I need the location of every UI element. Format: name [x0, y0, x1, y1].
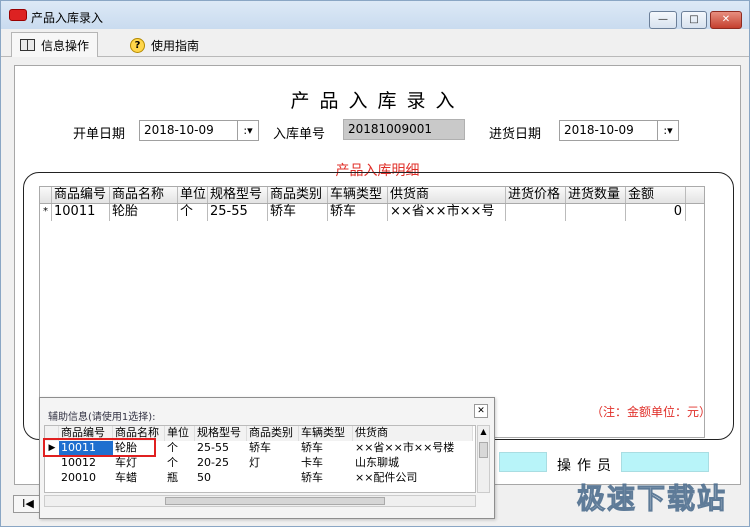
cell[interactable]: ××省××市××号楼 — [353, 441, 473, 456]
col-header[interactable]: 商品类别 — [247, 426, 299, 441]
table-row[interactable]: * 10011 轮胎 个 25-55 轿车 轿车 ××省××市××号 0 — [40, 204, 704, 221]
minimize-button[interactable]: — — [649, 11, 677, 29]
cell[interactable]: 轿车 — [268, 204, 328, 221]
order-date-dropdown[interactable]: :▾ — [237, 120, 259, 141]
col-header[interactable]: 商品编号 — [52, 187, 110, 203]
stock-no-field: 20181009001 — [343, 119, 465, 140]
cell[interactable] — [566, 204, 626, 221]
cell[interactable]: 轿车 — [328, 204, 388, 221]
col-header[interactable]: 车辆类型 — [299, 426, 353, 441]
col-header[interactable]: 车辆类型 — [328, 187, 388, 203]
app-window: 产品入库录入 — □ ✕ 信息操作 ? 使用指南 产品入库录入 开单日期 201… — [0, 0, 750, 527]
scroll-thumb[interactable] — [165, 497, 385, 505]
col-header[interactable]: 供货商 — [353, 426, 473, 441]
scroll-thumb[interactable] — [479, 442, 488, 458]
book-icon — [20, 39, 35, 51]
tab-info-operation[interactable]: 信息操作 — [11, 32, 99, 57]
window-title: 产品入库录入 — [31, 11, 104, 25]
cell[interactable]: 50 — [195, 471, 247, 486]
tab-label: 信息操作 — [41, 38, 90, 53]
cell[interactable]: 10012 — [59, 456, 113, 471]
cell[interactable]: 25-55 — [208, 204, 268, 221]
unit-note: （注：金额单位：元） — [591, 405, 712, 419]
col-header[interactable]: 进货数量 — [566, 187, 626, 203]
stock-no-label: 入库单号 — [273, 127, 326, 142]
cell[interactable]: 10011 — [52, 204, 110, 221]
order-date-input[interactable]: 2018-10-09 — [139, 120, 239, 141]
popup-grid[interactable]: 商品编号 商品名称 单位 规格型号 商品类别 车辆类型 供货商 ▶ 10011 … — [44, 425, 476, 493]
tab-label: 使用指南 — [151, 38, 200, 53]
col-header[interactable]: 规格型号 — [208, 187, 268, 203]
popup-close-button[interactable]: ✕ — [474, 404, 488, 418]
purchase-date-input[interactable]: 2018-10-09 — [559, 120, 659, 141]
selection-highlight — [43, 438, 156, 457]
col-header[interactable]: 规格型号 — [195, 426, 247, 441]
col-header[interactable]: 商品类别 — [268, 187, 328, 203]
form-title: 产品入库录入 — [290, 90, 465, 112]
cell[interactable]: ××省××市××号 — [388, 204, 506, 221]
order-date-label: 开单日期 — [73, 127, 126, 142]
popup-vertical-scrollbar[interactable]: ▲ — [477, 425, 490, 493]
col-header[interactable]: 单位 — [165, 426, 195, 441]
toolbar: 信息操作 ? 使用指南 — [1, 29, 749, 57]
cell[interactable]: 山东聊城 — [353, 456, 473, 471]
app-car-icon — [9, 9, 27, 21]
cell[interactable]: 车蜡 — [113, 471, 165, 486]
cell[interactable]: 轿车 — [299, 441, 353, 456]
cell[interactable]: 卡车 — [299, 456, 353, 471]
cell[interactable]: 25-55 — [195, 441, 247, 456]
cell[interactable]: 个 — [165, 456, 195, 471]
popup-title: 辅助信息(请使用1选择): — [48, 412, 156, 423]
cell[interactable]: 车灯 — [113, 456, 165, 471]
cell[interactable] — [506, 204, 566, 221]
purchase-date-dropdown[interactable]: :▾ — [657, 120, 679, 141]
operator-field[interactable] — [621, 452, 709, 472]
tab-user-guide[interactable]: ? 使用指南 — [121, 32, 208, 57]
maximize-button[interactable]: □ — [681, 11, 707, 29]
field-left-of-operator[interactable] — [499, 452, 547, 472]
list-item[interactable]: 20010 车蜡 瓶 50 轿车 ××配件公司 — [45, 471, 475, 486]
col-header[interactable]: 进货价格 — [506, 187, 566, 203]
cell[interactable]: 灯 — [247, 456, 299, 471]
detail-grid-header: 商品编号 商品名称 单位 规格型号 商品类别 车辆类型 供货商 进货价格 进货数… — [40, 187, 704, 204]
cell[interactable] — [247, 471, 299, 486]
watermark-logo: 极速下载站 — [576, 482, 728, 516]
col-header[interactable]: 单位 — [178, 187, 208, 203]
col-header[interactable]: 供货商 — [388, 187, 506, 203]
purchase-date-label: 进货日期 — [489, 127, 542, 142]
cell[interactable]: 0 — [626, 204, 686, 221]
row-marker: * — [40, 204, 52, 221]
list-item[interactable]: 10012 车灯 个 20-25 灯 卡车 山东聊城 — [45, 456, 475, 471]
popup-horizontal-scrollbar[interactable] — [44, 495, 476, 507]
cell[interactable]: 瓶 — [165, 471, 195, 486]
scroll-up-icon[interactable]: ▲ — [478, 426, 489, 438]
help-icon: ? — [130, 37, 145, 53]
title-bar: 产品入库录入 — □ ✕ — [1, 1, 749, 29]
col-header[interactable]: 金额 — [626, 187, 686, 203]
cell[interactable]: ××配件公司 — [353, 471, 473, 486]
cell[interactable]: 个 — [165, 441, 195, 456]
auxiliary-popup: 辅助信息(请使用1选择): ✕ 商品编号 商品名称 单位 规格型号 商品类别 车… — [39, 397, 495, 519]
col-header[interactable]: 商品名称 — [110, 187, 178, 203]
cell[interactable]: 个 — [178, 204, 208, 221]
close-button[interactable]: ✕ — [710, 11, 742, 29]
operator-label: 操作员 — [557, 458, 617, 474]
cell[interactable]: 轿车 — [247, 441, 299, 456]
cell[interactable]: 20010 — [59, 471, 113, 486]
cell[interactable]: 轮胎 — [110, 204, 178, 221]
cell[interactable]: 轿车 — [299, 471, 353, 486]
cell[interactable]: 20-25 — [195, 456, 247, 471]
